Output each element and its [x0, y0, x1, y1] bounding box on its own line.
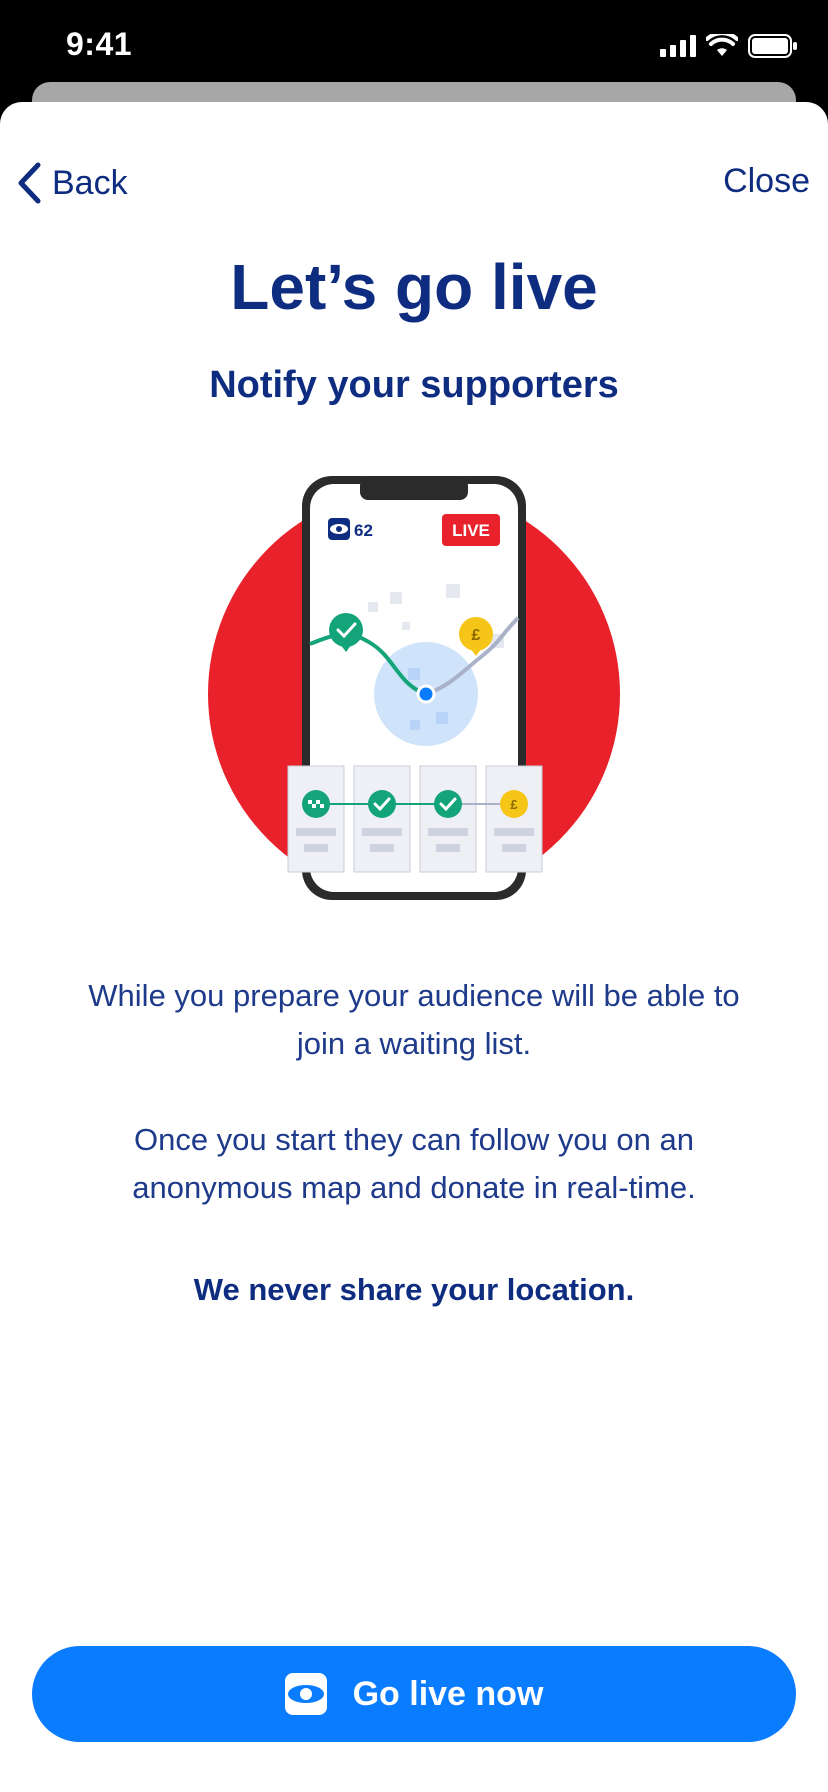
go-live-label: Go live now — [352, 1674, 544, 1713]
cellular-signal-icon — [660, 35, 696, 57]
current-location-dot — [416, 684, 436, 704]
milestone-card — [287, 765, 345, 873]
privacy-note: We never share your location. — [193, 1272, 635, 1307]
map-tile — [368, 602, 378, 612]
check-pin-icon — [329, 613, 363, 647]
back-button[interactable]: Back — [16, 162, 128, 204]
live-badge-label: LIVE — [452, 521, 490, 540]
milestone-card — [419, 765, 477, 873]
milestone-card — [485, 765, 543, 873]
close-button[interactable]: Close — [723, 162, 810, 201]
coin-symbol: £ — [510, 797, 518, 812]
battery-icon — [748, 34, 797, 58]
nav-bar: Back Close — [0, 152, 828, 222]
status-time: 9:41 — [66, 26, 133, 62]
map-tile — [402, 622, 410, 630]
description-waiting-list: While you prepare your audience will be … — [88, 978, 740, 1061]
wifi-icon — [706, 34, 738, 56]
map-tile — [408, 668, 420, 680]
page-subtitle: Notify your supporters — [209, 364, 619, 406]
viewers-count: 62 — [354, 521, 373, 540]
modal-sheet: Back Close Let’s go live Notify your sup… — [0, 102, 828, 1792]
phone-map-illustration: 62 LIVE £ £ — [208, 476, 620, 900]
phone-notch — [360, 478, 468, 500]
eye-icon — [284, 1673, 327, 1715]
go-live-button[interactable]: Go live now — [32, 1646, 796, 1742]
check-icon — [434, 790, 462, 818]
status-bar: 9:41 — [0, 0, 828, 90]
check-icon — [368, 790, 396, 818]
status-icons — [660, 34, 798, 58]
chevron-left-icon — [18, 162, 41, 204]
description-map-donate: Once you start they can follow you on an… — [132, 1122, 696, 1205]
milestone-card — [353, 765, 411, 873]
page-title: Let’s go live — [230, 251, 598, 323]
coin-pin-symbol: £ — [472, 627, 481, 644]
back-label: Back — [52, 163, 128, 202]
map-tile — [436, 712, 448, 724]
map-tile — [410, 720, 420, 730]
map-tile — [390, 592, 402, 604]
map-tile — [446, 584, 460, 598]
